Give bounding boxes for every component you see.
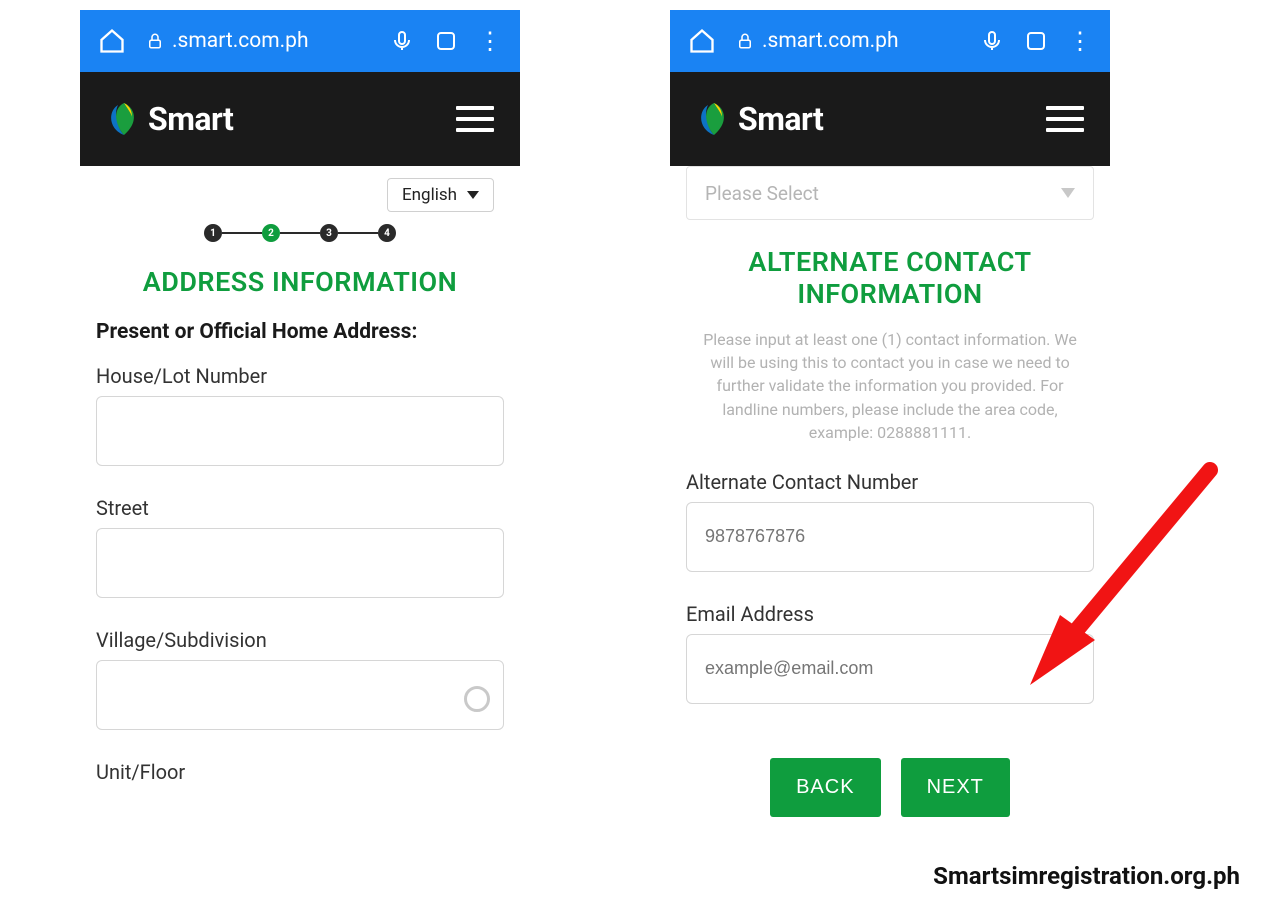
- input-house[interactable]: [96, 396, 504, 466]
- address-subhead: Present or Official Home Address:: [80, 320, 520, 364]
- label-unit: Unit/Floor: [96, 760, 504, 784]
- smart-logo-text: Smart: [148, 100, 233, 138]
- address-text: .smart.com.ph: [762, 29, 899, 53]
- field-alt-number: Alternate Contact Number: [670, 470, 1110, 602]
- browser-toolbar: .smart.com.ph ⋮: [670, 10, 1110, 72]
- field-house: House/Lot Number: [80, 364, 520, 496]
- mic-icon[interactable]: [390, 29, 414, 53]
- form-content: English 1 2 3 4 ADDRESS INFORMATION Pres…: [80, 166, 520, 784]
- label-street: Street: [96, 496, 504, 520]
- input-street[interactable]: [96, 528, 504, 598]
- menu-icon[interactable]: [456, 106, 494, 132]
- overflow-menu-icon[interactable]: ⋮: [478, 27, 502, 55]
- home-icon[interactable]: [98, 27, 126, 55]
- language-label: English: [402, 185, 457, 205]
- form-content: Please Select ALTERNATE CONTACT INFORMAT…: [670, 166, 1110, 825]
- back-button[interactable]: BACK: [770, 758, 880, 817]
- home-icon[interactable]: [688, 27, 716, 55]
- loading-spinner-icon: [464, 686, 490, 712]
- step-2: 2: [262, 224, 280, 242]
- smart-logo[interactable]: Smart: [696, 100, 823, 138]
- field-street: Street: [80, 496, 520, 628]
- select-placeholder: Please Select: [705, 182, 819, 205]
- label-village: Village/Subdivision: [96, 628, 504, 652]
- chevron-down-icon: [1061, 188, 1075, 198]
- smart-logo-text: Smart: [738, 100, 823, 138]
- lock-icon: [146, 32, 164, 50]
- label-house: House/Lot Number: [96, 364, 504, 388]
- browser-toolbar: .smart.com.ph ⋮: [80, 10, 520, 72]
- input-email[interactable]: [686, 634, 1094, 704]
- button-row: BACK NEXT: [670, 734, 1110, 825]
- site-header: Smart: [80, 72, 520, 166]
- smart-logo-icon: [696, 101, 732, 137]
- language-selector[interactable]: English: [387, 178, 494, 212]
- mic-icon[interactable]: [980, 29, 1004, 53]
- step-1: 1: [204, 224, 222, 242]
- smart-logo-icon: [106, 101, 142, 137]
- site-header: Smart: [670, 72, 1110, 166]
- address-bar[interactable]: .smart.com.ph: [146, 29, 370, 53]
- label-alt-number: Alternate Contact Number: [686, 470, 1094, 494]
- phone-right: .smart.com.ph ⋮ Smart Pl: [670, 10, 1110, 825]
- chevron-down-icon: [467, 191, 479, 199]
- phone-left: .smart.com.ph ⋮ Smart En: [80, 10, 520, 825]
- tabs-icon[interactable]: [1024, 29, 1048, 53]
- input-alt-number[interactable]: [686, 502, 1094, 572]
- menu-icon[interactable]: [1046, 106, 1084, 132]
- section-description: Please input at least one (1) contact in…: [670, 318, 1110, 470]
- smart-logo[interactable]: Smart: [106, 100, 233, 138]
- section-title: ADDRESS INFORMATION: [80, 258, 520, 320]
- tabs-icon[interactable]: [434, 29, 458, 53]
- section-title: ALTERNATE CONTACT INFORMATION: [670, 238, 1110, 318]
- step-4: 4: [378, 224, 396, 242]
- input-village[interactable]: [96, 660, 504, 730]
- select-dropdown[interactable]: Please Select: [686, 166, 1094, 220]
- address-bar[interactable]: .smart.com.ph: [736, 29, 960, 53]
- field-unit: Unit/Floor: [80, 760, 520, 784]
- lock-icon: [736, 32, 754, 50]
- watermark: Smartsimregistration.org.ph: [933, 862, 1240, 890]
- address-text: .smart.com.ph: [172, 29, 309, 53]
- field-email: Email Address: [670, 602, 1110, 734]
- overflow-menu-icon[interactable]: ⋮: [1068, 27, 1092, 55]
- progress-stepper: 1 2 3 4: [80, 212, 520, 258]
- next-button[interactable]: NEXT: [901, 758, 1010, 817]
- field-village: Village/Subdivision: [80, 628, 520, 760]
- step-3: 3: [320, 224, 338, 242]
- label-email: Email Address: [686, 602, 1094, 626]
